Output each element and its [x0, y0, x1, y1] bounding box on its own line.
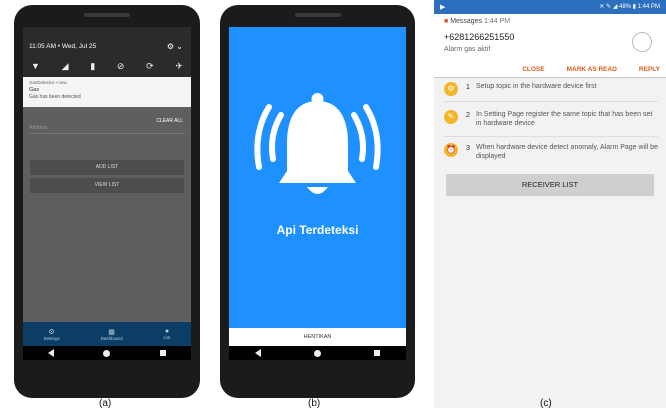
notification-icon: ▶	[440, 4, 446, 11]
bottom-tab-bar: ⚙ Settings ▦ Dashboard ● List	[23, 322, 191, 346]
back-icon[interactable]	[47, 349, 54, 357]
step-number: 1	[465, 82, 471, 91]
step-number: 3	[465, 143, 471, 152]
caption-a: (a)	[99, 398, 112, 409]
status-time: 11:05 AM • Wed, Jul 25	[29, 43, 97, 50]
message-time: 1:44 PM	[484, 18, 511, 25]
airplane-icon[interactable]: ✈	[175, 61, 183, 72]
notification-body: Gas has been detected	[29, 94, 81, 100]
signal-icon[interactable]: ◢	[62, 61, 69, 72]
notification-shade: 11:05 AM • Wed, Jul 25 ⚙ ⌄ ▼ ◢ ▮ ⊘ ⟳ ✈	[23, 27, 191, 77]
person-icon: ●	[164, 328, 170, 335]
step-text: In Setting Page register the same topic …	[476, 111, 653, 127]
avatar-icon	[632, 32, 652, 52]
reply-button[interactable]: REPLY	[639, 66, 660, 73]
message-app-row: ■ Messages 1:44 PM	[444, 18, 510, 25]
status-right: ✕ ✎ ◢ 48% ▮ 1:44 PM	[599, 4, 660, 10]
tab-dashboard-label: Dashboard	[100, 335, 123, 341]
clear-all-button[interactable]: CLEAR ALL	[156, 118, 183, 124]
message-app: Messages	[450, 18, 483, 25]
caption-c: (c)	[540, 398, 552, 409]
view-list-button[interactable]: VIEW LIST	[30, 178, 184, 193]
screen-c: ▶ ✕ ✎ ◢ 48% ▮ 1:44 PM ■ Messages 1:44 PM…	[434, 0, 666, 408]
battery-icon[interactable]: ▮	[90, 61, 95, 72]
phone-a-screen: 11:05 AM • Wed, Jul 25 ⚙ ⌄ ▼ ◢ ▮ ⊘ ⟳ ✈ G…	[23, 27, 191, 346]
pencil-icon: ✎	[444, 110, 458, 124]
home-icon[interactable]	[103, 349, 111, 357]
status-time: 1:44 PM	[637, 4, 660, 10]
speaker	[294, 13, 341, 17]
speaker	[84, 13, 130, 17]
android-nav-bar	[23, 346, 191, 360]
message-icon: ■	[444, 18, 449, 25]
step-3: ⏰ 3 When hardware device detect anomaly,…	[444, 143, 658, 161]
message-notification[interactable]: ■ Messages 1:44 PM +6281266251550 Alarm …	[434, 14, 666, 78]
gear-icon: ⚙	[444, 82, 458, 96]
address-field[interactable]: Address	[29, 125, 185, 134]
receiver-list-button[interactable]: RECEIVER LIST	[446, 174, 654, 196]
tab-list-label: List	[163, 335, 171, 340]
step-2: ✎ 2 In Setting Page register the same to…	[444, 110, 658, 128]
message-sender: +6281266251550	[444, 32, 515, 42]
tab-dashboard[interactable]: ▦ Dashboard	[101, 328, 123, 341]
phone-a: 11:05 AM • Wed, Jul 25 ⚙ ⌄ ▼ ◢ ▮ ⊘ ⟳ ✈ G…	[14, 5, 200, 398]
home-icon[interactable]	[313, 349, 321, 357]
tab-list[interactable]: ● List	[164, 328, 171, 340]
tab-settings[interactable]: ⚙ Settings	[43, 328, 59, 341]
add-list-button[interactable]: ADD LIST	[30, 160, 184, 175]
android-nav-bar	[229, 346, 406, 360]
quick-settings-row: ▼ ◢ ▮ ⊘ ⟳ ✈	[31, 61, 183, 72]
battery-level: 48%	[618, 4, 631, 10]
status-bar: ▶ ✕ ✎ ◢ 48% ▮ 1:44 PM	[434, 0, 666, 14]
back-icon[interactable]	[255, 349, 262, 357]
step-1: ⚙ 1 Setup topic in the hardware device f…	[444, 82, 658, 96]
step-text: Setup topic in the hardware device first	[476, 83, 597, 90]
gas-notification[interactable]: GasDetector • now Gas Gas has been detec…	[23, 77, 191, 107]
settings-gear-icon[interactable]: ⚙ ⌄	[167, 42, 183, 51]
bell-icon	[229, 79, 406, 199]
recents-icon[interactable]	[160, 350, 167, 356]
message-body: Alarm gas aktif	[444, 46, 491, 53]
wifi-icon[interactable]: ▼	[31, 61, 40, 72]
divider	[444, 136, 658, 137]
phone-b: Api Terdeteksi HENTIKAN	[220, 5, 415, 398]
notification-app: GasDetector • now	[29, 80, 67, 85]
close-button[interactable]: CLOSE	[522, 66, 544, 73]
stop-button[interactable]: HENTIKAN	[229, 328, 406, 346]
notification-title: Gas	[29, 87, 40, 93]
step-text: When hardware device detect anomaly, Ala…	[476, 144, 658, 160]
caption-b: (b)	[308, 398, 321, 409]
alarm-clock-icon: ⏰	[444, 143, 458, 157]
phone-b-screen: Api Terdeteksi HENTIKAN	[229, 27, 406, 346]
alarm-title: Api Terdeteksi	[276, 223, 359, 237]
rotate-icon[interactable]: ⟳	[146, 61, 154, 72]
mark-as-read-button[interactable]: MARK AS READ	[567, 66, 617, 73]
tab-settings-label: Settings	[43, 335, 60, 341]
divider	[444, 101, 658, 102]
step-number: 2	[465, 110, 471, 119]
dashboard-icon: ▦	[108, 328, 115, 336]
gear-icon: ⚙	[48, 328, 55, 336]
dnd-icon[interactable]: ⊘	[117, 61, 125, 72]
message-actions: CLOSE MARK AS READ REPLY	[522, 66, 660, 73]
recents-icon[interactable]	[373, 350, 380, 356]
